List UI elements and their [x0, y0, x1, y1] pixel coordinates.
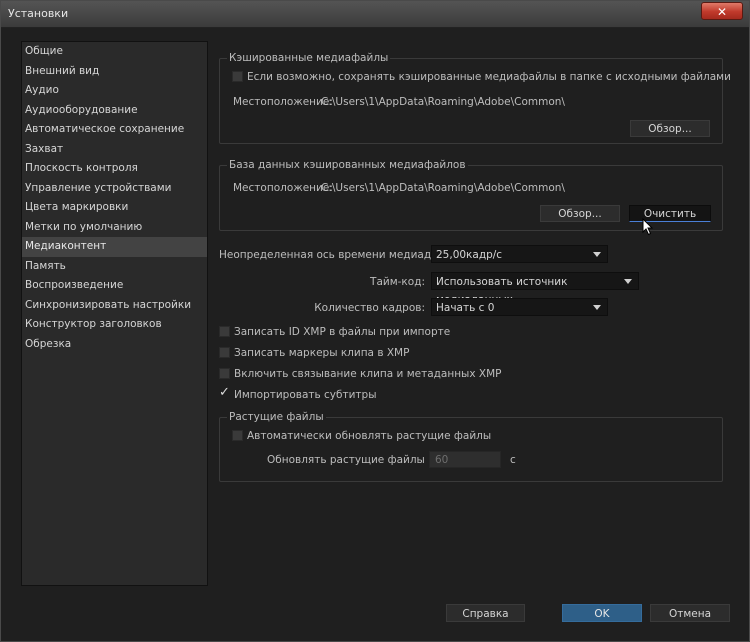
chevron-down-icon — [624, 279, 632, 284]
save-cache-with-source-label: Если возможно, сохранять кэшированные ме… — [247, 71, 731, 83]
refresh-interval-label: Обновлять растущие файлы раз в — [267, 454, 457, 466]
timebase-value: 25,00кадр/с — [436, 249, 503, 261]
import-captions-checkbox[interactable]: ✓ — [219, 385, 230, 400]
sidebar-item-titler[interactable]: Конструктор заголовков — [22, 315, 207, 335]
write-clip-markers-label: Записать маркеры клипа в XMP — [234, 347, 410, 359]
help-button[interactable]: Справка — [446, 604, 525, 622]
cancel-button[interactable]: Отмена — [650, 604, 730, 622]
sidebar-item-trim[interactable]: Обрезка — [22, 335, 207, 355]
title-bar[interactable]: Установки ✕ — [1, 1, 749, 28]
refresh-interval-input[interactable]: 60 — [429, 451, 501, 468]
sidebar-item-appearance[interactable]: Внешний вид — [22, 62, 207, 82]
window-title: Установки — [8, 7, 69, 20]
cache-db-browse-button[interactable]: Обзор... — [540, 205, 620, 222]
refresh-interval-unit: с — [510, 454, 516, 466]
timecode-label: Тайм-код: — [370, 276, 425, 288]
write-xmp-id-label: Записать ID XMP в файлы при импорте — [234, 326, 451, 338]
auto-refresh-growing-label: Автоматически обновлять растущие файлы — [247, 430, 492, 442]
growing-files-title: Растущие файлы — [227, 411, 326, 423]
enable-clip-xmp-linking-checkbox[interactable] — [219, 368, 230, 379]
cache-files-title: Кэшированные медиафайлы — [227, 52, 391, 64]
chevron-down-icon — [593, 252, 601, 257]
timecode-dropdown[interactable]: Использовать источник медиаданных — [431, 272, 639, 306]
cache-browse-button[interactable]: Обзор... — [630, 120, 710, 137]
sidebar-item-capture[interactable]: Захват — [22, 140, 207, 160]
sidebar-item-audio-hardware[interactable]: Аудиооборудование — [22, 101, 207, 121]
sidebar-item-sync-settings[interactable]: Синхронизировать настройки — [22, 296, 207, 316]
sidebar-item-audio[interactable]: Аудио — [22, 81, 207, 101]
write-clip-markers-checkbox[interactable] — [219, 347, 230, 358]
write-xmp-id-checkbox[interactable] — [219, 326, 230, 337]
close-icon: ✕ — [716, 5, 728, 19]
cache-location-label: Местоположение: — [233, 96, 333, 108]
growing-files-group — [219, 417, 723, 482]
checkmark-icon: ✓ — [219, 385, 230, 400]
refresh-interval-value: 60 — [435, 454, 449, 466]
close-button[interactable]: ✕ — [701, 2, 743, 20]
frame-count-value: Начать с 0 — [436, 302, 495, 314]
cache-db-title: База данных кэшированных медиафайлов — [227, 159, 468, 171]
chevron-down-icon — [593, 305, 601, 310]
sidebar-item-label-colors[interactable]: Цвета маркировки — [22, 198, 207, 218]
sidebar-item-label-defaults[interactable]: Метки по умолчанию — [22, 218, 207, 238]
enable-clip-xmp-linking-label: Включить связывание клипа и метаданных X… — [234, 368, 502, 380]
timebase-dropdown[interactable]: 25,00кадр/с — [431, 245, 608, 263]
preferences-window: Установки ✕ Общие Внешний вид Аудио Ауди… — [0, 0, 750, 642]
import-captions-label: Импортировать субтитры — [234, 389, 377, 401]
sidebar-item-control-surface[interactable]: Плоскость контроля — [22, 159, 207, 179]
save-cache-with-source-checkbox[interactable] — [232, 71, 243, 82]
mouse-cursor-icon — [642, 218, 654, 236]
sidebar-item-auto-save[interactable]: Автоматическое сохранение — [22, 120, 207, 140]
sidebar-item-device-control[interactable]: Управление устройствами — [22, 179, 207, 199]
sidebar-item-general[interactable]: Общие — [22, 42, 207, 62]
cache-db-location-value: C:\Users\1\AppData\Roaming\Adobe\Common\ — [321, 182, 565, 194]
cache-location-value: C:\Users\1\AppData\Roaming\Adobe\Common\ — [321, 96, 565, 108]
ok-button[interactable]: OK — [562, 604, 642, 622]
frame-count-label: Количество кадров: — [314, 302, 425, 314]
cache-db-location-label: Местоположение: — [233, 182, 333, 194]
frame-count-dropdown[interactable]: Начать с 0 — [431, 298, 608, 316]
sidebar-item-memory[interactable]: Память — [22, 257, 207, 277]
sidebar: Общие Внешний вид Аудио Аудиооборудовани… — [21, 41, 208, 586]
sidebar-item-media[interactable]: Медиаконтент — [22, 237, 207, 257]
auto-refresh-growing-checkbox[interactable] — [232, 430, 243, 441]
sidebar-item-playback[interactable]: Воспроизведение — [22, 276, 207, 296]
